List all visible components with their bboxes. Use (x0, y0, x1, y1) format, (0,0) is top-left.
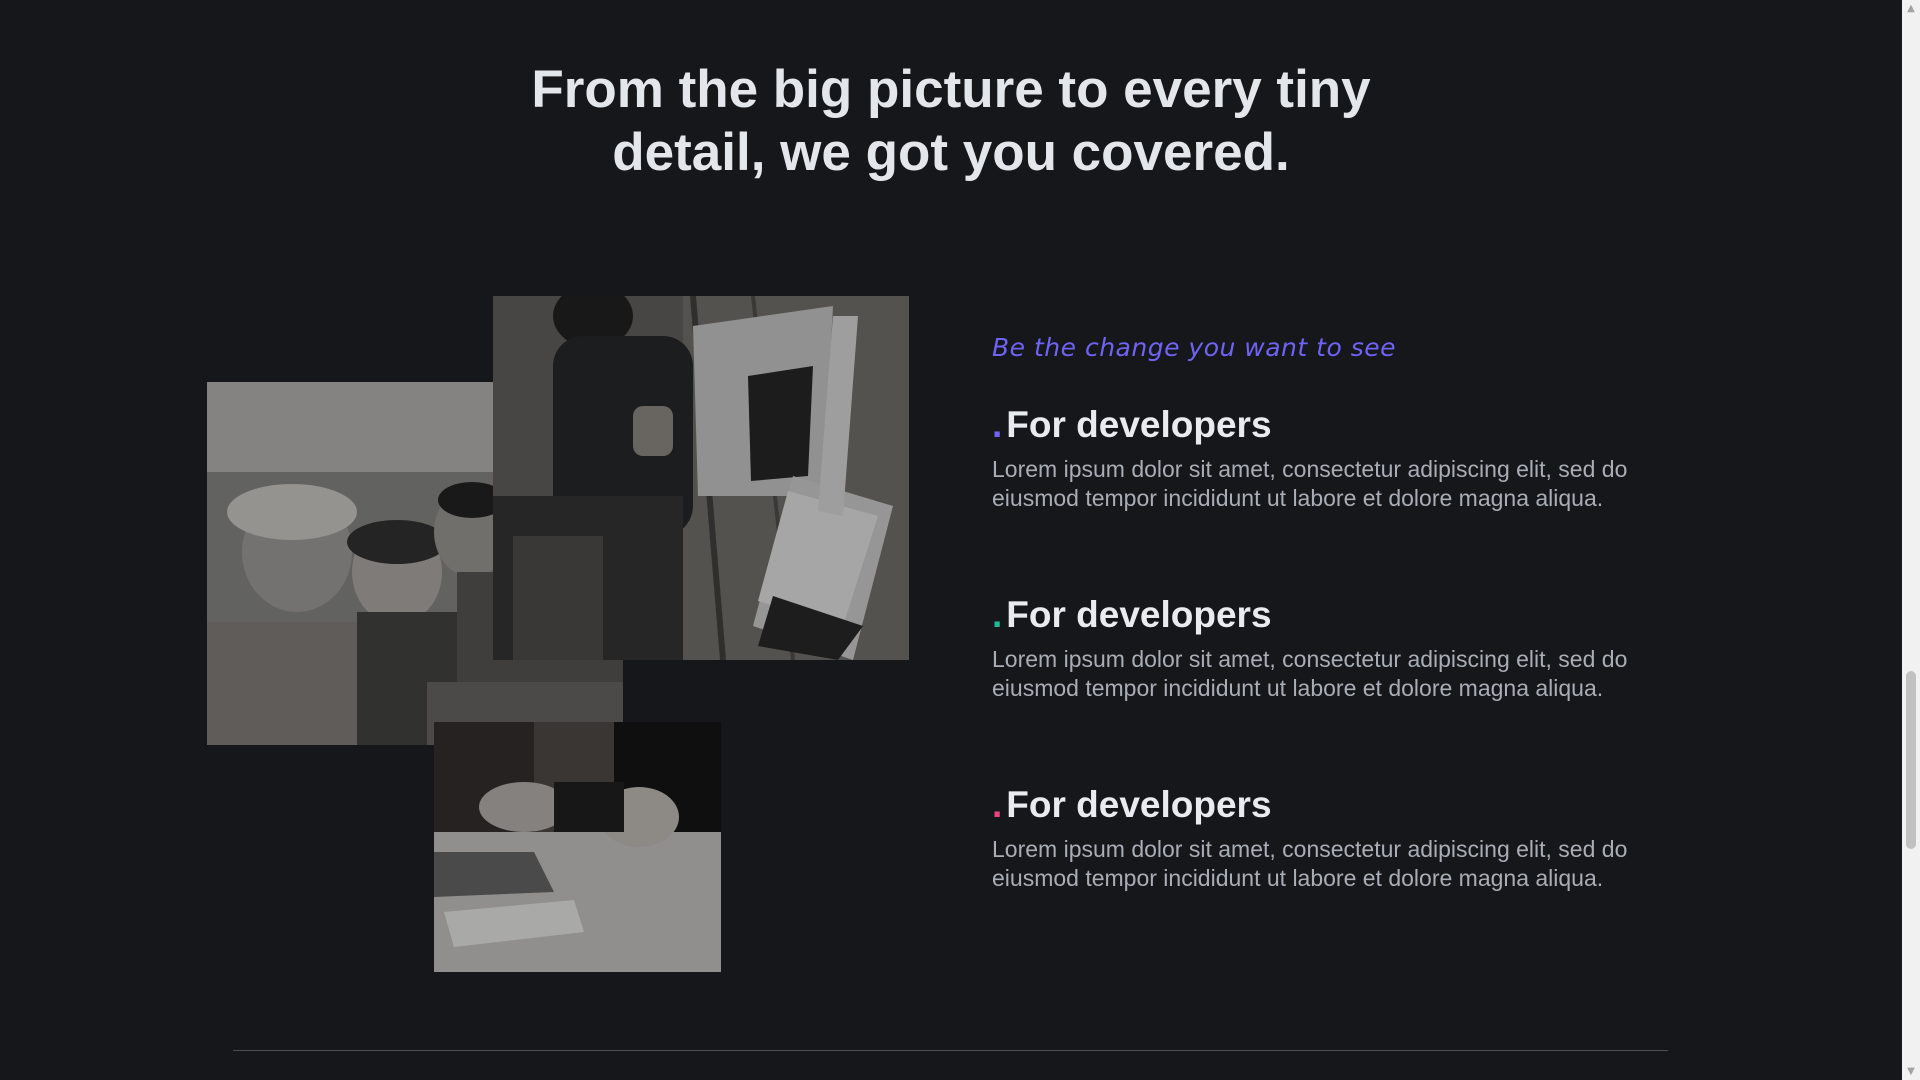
feature-title: . For developers (992, 593, 1632, 637)
headline-line-1: From the big picture to every tiny (531, 60, 1371, 119)
bullet-dot-icon: . (992, 404, 1003, 445)
section-divider (233, 1050, 1668, 1051)
feature-item: . For developers Lorem ipsum dolor sit a… (992, 783, 1632, 893)
feature-description: Lorem ipsum dolor sit amet, consectetur … (992, 646, 1628, 701)
scrollbar-thumb[interactable] (1906, 671, 1916, 849)
feature-title-text: For developers (1006, 784, 1272, 825)
bullet-dot-icon: . (992, 784, 1003, 825)
feature-description: Lorem ipsum dolor sit amet, consectetur … (992, 456, 1628, 511)
developer-laptop-photo (493, 296, 909, 660)
feature-title-text: For developers (1006, 404, 1272, 445)
tagline: Be the change you want to see (992, 333, 1396, 362)
caret-up-icon[interactable]: ▲ (1902, 0, 1920, 17)
feature-item: . For developers Lorem ipsum dolor sit a… (992, 593, 1632, 703)
feature-title-text: For developers (1006, 594, 1272, 635)
vertical-scrollbar[interactable]: ▲ ▼ (1902, 0, 1920, 1080)
bullet-dot-icon: . (992, 594, 1003, 635)
feature-item: . For developers Lorem ipsum dolor sit a… (992, 403, 1632, 513)
feature-title: . For developers (992, 403, 1632, 447)
feature-title: . For developers (992, 783, 1632, 827)
section-headline: From the big picture to every tiny detai… (0, 58, 1902, 184)
feature-description: Lorem ipsum dolor sit amet, consectetur … (992, 836, 1628, 891)
headline-line-2: detail, we got you covered. (612, 123, 1290, 182)
meeting-hands-photo (434, 722, 721, 972)
page: From the big picture to every tiny detai… (0, 0, 1902, 1080)
caret-down-icon[interactable]: ▼ (1902, 1063, 1920, 1080)
